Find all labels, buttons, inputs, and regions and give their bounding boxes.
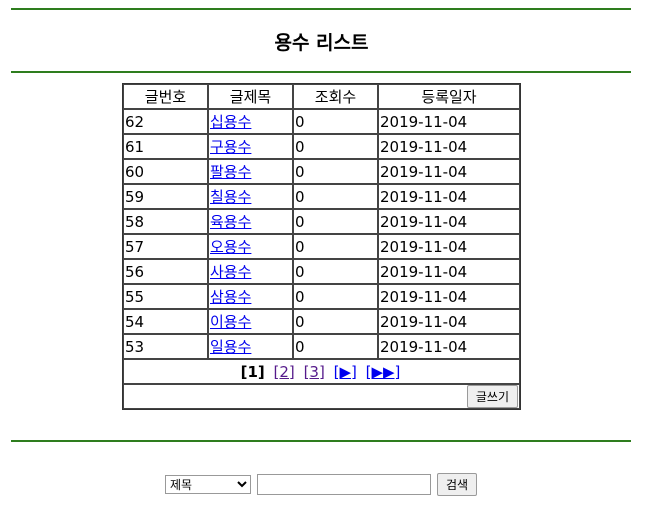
post-number: 54 xyxy=(123,309,208,334)
post-date: 2019-11-04 xyxy=(378,184,520,209)
post-views: 0 xyxy=(293,284,378,309)
table-row: 60 팔용수 0 2019-11-04 xyxy=(123,159,520,184)
table-row: 57 오용수 0 2019-11-04 xyxy=(123,234,520,259)
table-row: 58 육용수 0 2019-11-04 xyxy=(123,209,520,234)
header-number: 글번호 xyxy=(123,84,208,109)
title-divider xyxy=(11,71,631,73)
post-views: 0 xyxy=(293,109,378,134)
header-date: 등록일자 xyxy=(378,84,520,109)
post-views: 0 xyxy=(293,159,378,184)
search-input[interactable] xyxy=(257,474,431,495)
post-title-cell: 이용수 xyxy=(208,309,293,334)
post-title-cell: 팔용수 xyxy=(208,159,293,184)
post-title-cell: 일용수 xyxy=(208,334,293,359)
page-link-3[interactable]: [3] xyxy=(304,363,325,381)
post-date: 2019-11-04 xyxy=(378,309,520,334)
post-date: 2019-11-04 xyxy=(378,209,520,234)
post-title-cell: 사용수 xyxy=(208,259,293,284)
post-number: 56 xyxy=(123,259,208,284)
table-row: 55 삼용수 0 2019-11-04 xyxy=(123,284,520,309)
page-title: 용수 리스트 xyxy=(274,32,369,54)
post-number: 60 xyxy=(123,159,208,184)
top-divider xyxy=(11,8,631,10)
post-number: 57 xyxy=(123,234,208,259)
bottom-divider xyxy=(11,440,631,442)
pagination-row: [1] [2] [3] [▶] [▶▶] xyxy=(123,359,520,384)
board-table: 글번호 글제목 조회수 등록일자 62 십용수 0 2019-11-04 61 … xyxy=(122,83,521,410)
post-title-link[interactable]: 칠용수 xyxy=(210,188,251,206)
post-title-link[interactable]: 사용수 xyxy=(210,263,251,281)
last-page-link[interactable]: [▶▶] xyxy=(366,363,401,381)
post-title-cell: 오용수 xyxy=(208,234,293,259)
post-date: 2019-11-04 xyxy=(378,109,520,134)
table-row: 62 십용수 0 2019-11-04 xyxy=(123,109,520,134)
post-number: 59 xyxy=(123,184,208,209)
post-title-link[interactable]: 육용수 xyxy=(210,213,251,231)
post-title-cell: 구용수 xyxy=(208,134,293,159)
post-title-cell: 칠용수 xyxy=(208,184,293,209)
post-date: 2019-11-04 xyxy=(378,259,520,284)
post-date: 2019-11-04 xyxy=(378,134,520,159)
post-views: 0 xyxy=(293,234,378,259)
post-number: 55 xyxy=(123,284,208,309)
table-row: 61 구용수 0 2019-11-04 xyxy=(123,134,520,159)
post-views: 0 xyxy=(293,259,378,284)
post-title-link[interactable]: 삼용수 xyxy=(210,288,251,306)
post-number: 53 xyxy=(123,334,208,359)
table-row: 56 사용수 0 2019-11-04 xyxy=(123,259,520,284)
search-field-select[interactable]: 제목 xyxy=(165,475,251,494)
current-page: [1] xyxy=(240,362,265,381)
post-title-cell: 삼용수 xyxy=(208,284,293,309)
post-title-link[interactable]: 오용수 xyxy=(210,238,251,256)
post-title-link[interactable]: 팔용수 xyxy=(210,163,251,181)
header-title: 글제목 xyxy=(208,84,293,109)
post-date: 2019-11-04 xyxy=(378,334,520,359)
post-number: 61 xyxy=(123,134,208,159)
post-views: 0 xyxy=(293,309,378,334)
post-date: 2019-11-04 xyxy=(378,159,520,184)
post-number: 62 xyxy=(123,109,208,134)
post-number: 58 xyxy=(123,209,208,234)
pagination: [1] [2] [3] [▶] [▶▶] xyxy=(123,359,520,384)
table-header-row: 글번호 글제목 조회수 등록일자 xyxy=(123,84,520,109)
table-row: 53 일용수 0 2019-11-04 xyxy=(123,334,520,359)
post-views: 0 xyxy=(293,184,378,209)
post-views: 0 xyxy=(293,334,378,359)
actions-row: 글쓰기 xyxy=(123,384,520,409)
page-link-2[interactable]: [2] xyxy=(274,363,295,381)
search-button[interactable]: 검색 xyxy=(437,473,478,496)
post-title-link[interactable]: 십용수 xyxy=(210,113,251,131)
table-row: 59 칠용수 0 2019-11-04 xyxy=(123,184,520,209)
actions-cell: 글쓰기 xyxy=(123,384,520,409)
post-views: 0 xyxy=(293,134,378,159)
write-post-button[interactable]: 글쓰기 xyxy=(466,385,518,408)
post-title-cell: 육용수 xyxy=(208,209,293,234)
post-date: 2019-11-04 xyxy=(378,284,520,309)
header-views: 조회수 xyxy=(293,84,378,109)
post-title-link[interactable]: 이용수 xyxy=(210,313,251,331)
post-title-cell: 십용수 xyxy=(208,109,293,134)
post-title-link[interactable]: 구용수 xyxy=(210,138,251,156)
next-page-link[interactable]: [▶] xyxy=(334,363,357,381)
post-title-link[interactable]: 일용수 xyxy=(210,338,251,356)
table-row: 54 이용수 0 2019-11-04 xyxy=(123,309,520,334)
search-bar: 제목 검색 xyxy=(165,473,478,496)
post-views: 0 xyxy=(293,209,378,234)
post-date: 2019-11-04 xyxy=(378,234,520,259)
